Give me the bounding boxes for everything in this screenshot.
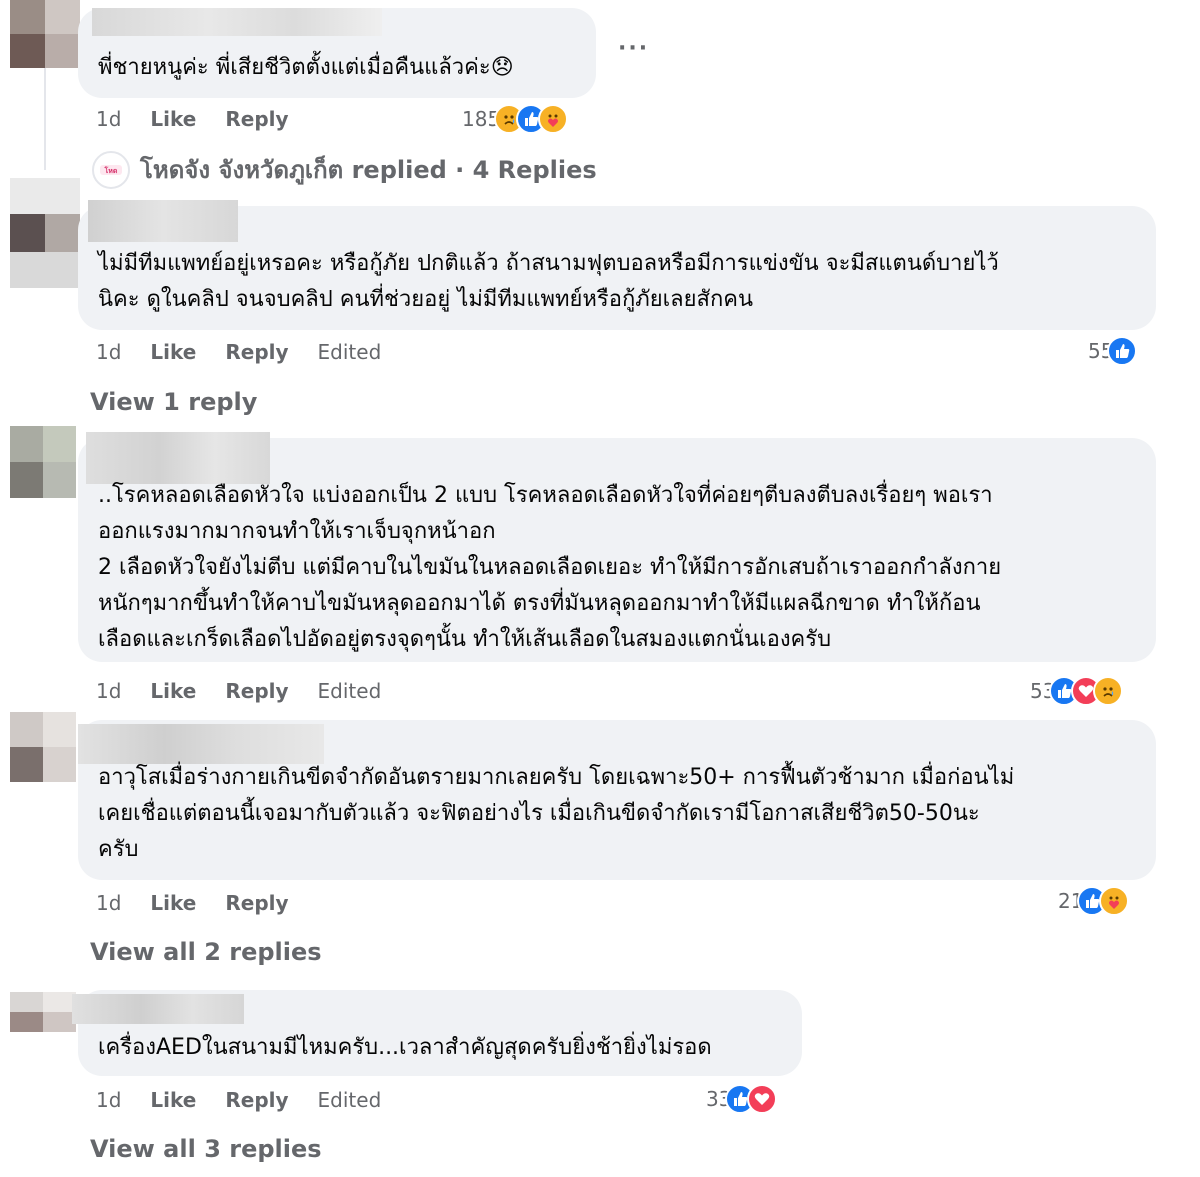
like-button[interactable]: Like — [150, 891, 196, 915]
comment-time[interactable]: 1d — [96, 891, 121, 915]
reply-button[interactable]: Reply — [225, 1088, 288, 1112]
comment-actions: 1d Like Reply Edited — [96, 340, 381, 364]
more-options-icon[interactable]: ··· — [618, 36, 649, 61]
comment-text: เครื่องAEDในสนามมีไหมครับ...เวลาสำคัญสุด… — [98, 1035, 712, 1060]
care-icon — [538, 104, 569, 134]
avatar[interactable] — [10, 0, 80, 68]
avatar[interactable] — [10, 712, 76, 782]
edited-label: Edited — [317, 679, 382, 703]
comment-time[interactable]: 1d — [96, 340, 121, 364]
comment-time[interactable]: 1d — [96, 679, 121, 703]
view-replies-link[interactable]: View all 3 replies — [90, 1135, 322, 1163]
sad-icon — [1093, 676, 1124, 706]
comment-time[interactable]: 1d — [96, 107, 121, 131]
reaction-summary[interactable]: 33 — [706, 1084, 778, 1114]
like-button[interactable]: Like — [150, 107, 196, 131]
edited-label: Edited — [317, 340, 382, 364]
like-button[interactable]: Like — [150, 340, 196, 364]
reaction-summary[interactable]: 21 — [1058, 886, 1130, 916]
comment-text: ..โรคหลอดเลือดหัวใจ แบ่งออกเป็น 2 แบบ โร… — [98, 483, 1002, 652]
care-icon — [1099, 886, 1130, 916]
commenter-name-blurred[interactable] — [92, 8, 382, 36]
reply-button[interactable]: Reply — [225, 679, 288, 703]
view-replies-link[interactable]: View all 2 replies — [90, 938, 322, 966]
like-button[interactable]: Like — [150, 679, 196, 703]
reaction-summary[interactable]: 185 — [462, 104, 569, 134]
comment-actions: 1d Like Reply — [96, 891, 289, 915]
commenter-name-blurred[interactable] — [78, 724, 324, 764]
reply-button[interactable]: Reply — [225, 891, 288, 915]
commenter-name-blurred[interactable] — [88, 200, 238, 242]
page-avatar-icon: โหด — [92, 150, 130, 189]
edited-label: Edited — [317, 1088, 382, 1112]
commenter-name-blurred[interactable] — [86, 432, 270, 484]
like-button[interactable]: Like — [150, 1088, 196, 1112]
like-icon — [1107, 336, 1138, 366]
svg-text:โหด: โหด — [104, 166, 118, 175]
comment-text: ไม่มีทีมแพทย์อยู่เหรอคะ หรือกู้ภัย ปกติแ… — [98, 251, 999, 312]
comment-actions: 1d Like Reply Edited — [96, 679, 381, 703]
commenter-name-blurred[interactable] — [72, 994, 244, 1024]
replied-text: โหดจัง จังหวัดภูเก็ต replied · 4 Replies — [140, 156, 597, 184]
love-icon — [747, 1084, 778, 1114]
comment-text: พี่ชายหนูค่ะ พี่เสียชีวิตตั้งแต่เมื่อคืน… — [98, 55, 514, 80]
comment-actions: 1d Like Reply — [96, 107, 289, 131]
reply-button[interactable]: Reply — [225, 340, 288, 364]
page-replied-row[interactable]: โหด โหดจัง จังหวัดภูเก็ต replied · 4 Rep… — [92, 150, 597, 189]
reply-button[interactable]: Reply — [225, 107, 288, 131]
reaction-summary[interactable]: 53 — [1030, 676, 1124, 706]
comment-actions: 1d Like Reply Edited — [96, 1088, 381, 1112]
avatar[interactable] — [10, 178, 80, 288]
view-replies-link[interactable]: View 1 reply — [90, 388, 257, 416]
comment-time[interactable]: 1d — [96, 1088, 121, 1112]
avatar[interactable] — [10, 992, 76, 1032]
avatar[interactable] — [10, 426, 76, 498]
reaction-summary[interactable]: 55 — [1088, 336, 1138, 366]
comment-text: อาวุโสเมื่อร่างกายเกินขีดจำกัดอันตรายมาก… — [98, 765, 1015, 862]
